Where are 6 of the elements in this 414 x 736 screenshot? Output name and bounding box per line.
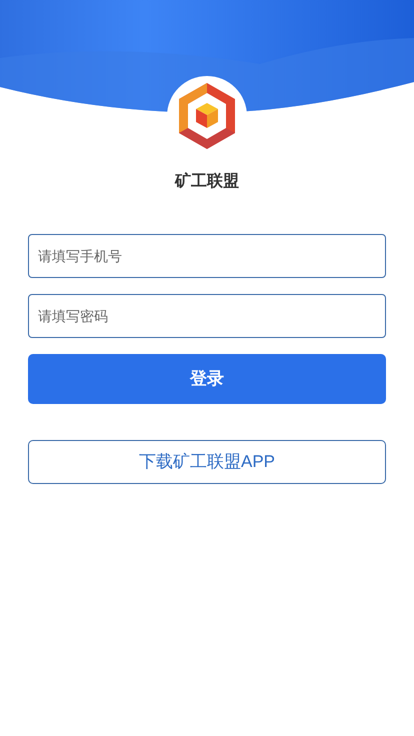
- app-title: 矿工联盟: [175, 171, 239, 192]
- phone-field[interactable]: 请填写手机号: [28, 234, 386, 278]
- download-app-button[interactable]: 下载矿工联盟APP: [28, 440, 386, 484]
- login-button[interactable]: 登录: [28, 354, 386, 404]
- cube-logo-icon: [176, 83, 238, 149]
- password-field[interactable]: 请填写密码: [28, 294, 386, 338]
